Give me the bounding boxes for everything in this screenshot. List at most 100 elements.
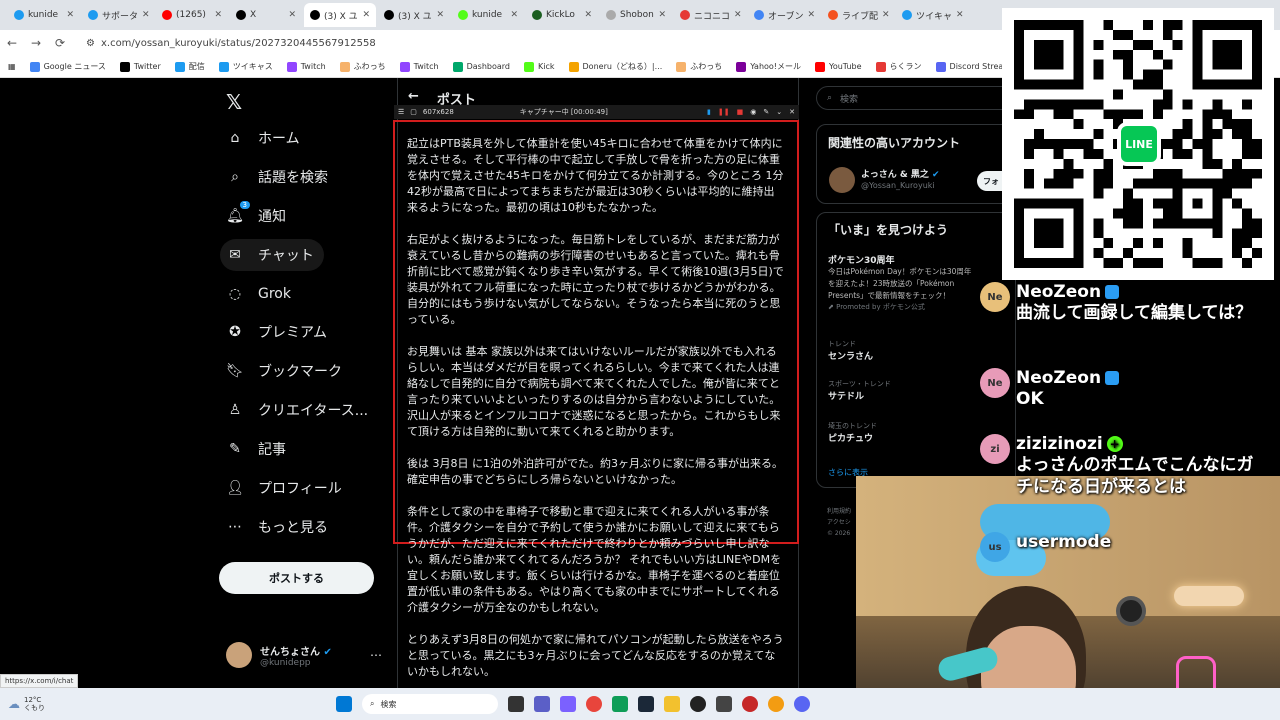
teams-icon[interactable] [534, 696, 550, 712]
tab-close-icon[interactable]: ✕ [66, 10, 74, 20]
x-sidebar: 𝕏 ⌂ ホーム ⌕ 話題を検索 🔔︎ 3 通知 ✉ チャット ◌ Grok ✪ プレミアム 🔖︎ ブックマー… [0, 78, 395, 678]
apps-icon[interactable]: ▦ [8, 62, 16, 71]
browser-tab[interactable]: (1265) ✕ [156, 3, 228, 27]
app-icon[interactable] [716, 696, 732, 712]
browser-tab[interactable]: オーブン ✕ [748, 3, 820, 27]
discord-icon[interactable] [794, 696, 810, 712]
sidebar-item-search[interactable]: ⌕ 話題を検索 [220, 161, 338, 193]
search-input[interactable]: ⌕ 検索 [816, 86, 1016, 110]
trend-item[interactable]: スポーツ・トレンド サテドル [828, 379, 891, 402]
browser-tab[interactable]: (3) X ユ ✕ [304, 3, 376, 27]
select-icon[interactable]: ▢ [410, 108, 417, 116]
browser-tab[interactable]: Shobon ✕ [600, 3, 672, 27]
browser-tab[interactable]: kunide ✕ [8, 3, 80, 27]
sidebar-item-mail[interactable]: ✉ チャット [220, 239, 324, 271]
browser-tab[interactable]: KickLo ✕ [526, 3, 598, 27]
bookmark-item[interactable]: ふわっち [676, 61, 722, 72]
bookmark-item[interactable]: Twitch [286, 61, 326, 72]
back-button[interactable]: ← [0, 36, 24, 50]
edge-icon[interactable] [612, 696, 628, 712]
sidebar-item-more[interactable]: ⋯ もっと見る [220, 511, 338, 543]
browser-tab[interactable]: X ✕ [230, 3, 302, 27]
stop-icon[interactable]: ■ [737, 108, 744, 116]
weather-widget[interactable]: ☁ 12°C くもり [8, 696, 45, 712]
pen-icon[interactable]: ✎ [763, 108, 769, 116]
bookmark-item[interactable]: Dashboard [452, 61, 510, 72]
bookmark-item[interactable]: らくラン [875, 61, 922, 72]
sidebar-item-home[interactable]: ⌂ ホーム [220, 122, 310, 154]
reload-button[interactable]: ⟳ [48, 36, 72, 50]
sidebar-item-bookmark[interactable]: 🔖︎ ブックマーク [220, 355, 352, 387]
obs-icon[interactable] [690, 696, 706, 712]
trend-item[interactable]: 埼玉のトレンド ピカチュウ [828, 421, 877, 444]
x-logo-icon[interactable]: 𝕏 [226, 90, 242, 114]
chrome-icon[interactable] [586, 696, 602, 712]
tab-close-icon[interactable]: ✕ [362, 10, 370, 20]
bookmark-item[interactable]: 配信 [174, 61, 205, 72]
tab-close-icon[interactable]: ✕ [734, 10, 742, 20]
bookmark-item[interactable]: ツイキャス [218, 61, 273, 72]
tab-close-icon[interactable]: ✕ [807, 10, 815, 20]
copilot-icon[interactable] [560, 696, 576, 712]
avatar[interactable] [829, 167, 855, 193]
url-field[interactable]: ⚙ x.com/yossan_kuroyuki/status/202732044… [86, 38, 376, 49]
bookmark-item[interactable]: Yahoo!メール [736, 61, 801, 72]
bookmark-item[interactable]: Twitter [119, 61, 161, 72]
tab-close-icon[interactable]: ✕ [584, 10, 592, 20]
trends-title: 「いま」を見つけよう [828, 223, 949, 237]
record-icon[interactable] [742, 696, 758, 712]
chat-message: Ne NeoZeon OK [980, 368, 1256, 410]
sidebar-item-grok[interactable]: ◌ Grok [220, 278, 301, 310]
bookmark-item[interactable]: Kick [524, 61, 555, 72]
windows-start-icon[interactable] [336, 696, 352, 712]
steam-icon[interactable] [638, 696, 654, 712]
task-view-icon[interactable] [508, 696, 524, 712]
sidebar-item-creator[interactable]: ♙ クリエイタース... [220, 394, 378, 426]
trend-item[interactable]: ポケモン30周年 今日はPokémon Day！ポケモンは30周年を迎えたよ！2… [828, 253, 978, 312]
bookmark-item[interactable]: Twitch [399, 61, 439, 72]
sidebar-item-article[interactable]: ✎ 記事 [220, 433, 296, 465]
browser-tab[interactable]: ツイキャ ✕ [896, 3, 968, 27]
account-menu-icon[interactable]: ⋯ [370, 648, 382, 662]
close-icon[interactable]: ✕ [789, 108, 795, 116]
app-icon[interactable] [768, 696, 784, 712]
account-switcher[interactable]: せんちょさん ✔ @kunidepp [226, 642, 332, 668]
tab-close-icon[interactable]: ✕ [436, 10, 444, 20]
bookmark-label: Twitch [413, 62, 439, 71]
footer-link[interactable]: アクセシ [827, 517, 851, 528]
camera-icon[interactable]: ◉ [750, 108, 756, 116]
folder-icon[interactable] [664, 696, 680, 712]
pause-icon[interactable]: ❚❚ [718, 108, 730, 116]
footer-link[interactable]: 利用規約 [827, 506, 851, 517]
browser-tab[interactable]: (3) X ユ ✕ [378, 3, 450, 27]
taskbar-search[interactable]: ⌕ 検索 [362, 694, 498, 714]
sidebar-item-bell[interactable]: 🔔︎ 3 通知 [220, 200, 296, 232]
tab-close-icon[interactable]: ✕ [288, 10, 296, 20]
forward-button[interactable]: → [24, 36, 48, 50]
post-button[interactable]: ポストする [219, 562, 374, 594]
trend-label: トレンド [828, 340, 856, 348]
tab-close-icon[interactable]: ✕ [956, 10, 964, 20]
menu-icon[interactable]: ☰ [398, 108, 404, 116]
tab-close-icon[interactable]: ✕ [214, 10, 222, 20]
bookmark-item[interactable]: Doneru（どねる）|... [568, 61, 662, 72]
bookmark-item[interactable]: Google ニュース [29, 61, 106, 72]
tab-close-icon[interactable]: ✕ [658, 10, 666, 20]
bookmark-item[interactable]: YouTube [815, 61, 862, 72]
tab-close-icon[interactable]: ✕ [142, 10, 150, 20]
sidebar-item-person[interactable]: 👤︎ プロフィール [220, 472, 352, 504]
bookmark-item[interactable]: ふわっち [339, 61, 386, 72]
sidebar-item-verified[interactable]: ✪ プレミアム [220, 316, 337, 348]
trend-item[interactable]: トレンド センラさん [828, 339, 873, 362]
tab-close-icon[interactable]: ✕ [882, 10, 890, 20]
tab-close-icon[interactable]: ✕ [510, 10, 518, 20]
browser-tab[interactable]: ニコニコ ✕ [674, 3, 746, 27]
collapse-icon[interactable]: ⌄ [776, 108, 782, 116]
site-info-icon[interactable]: ⚙ [86, 38, 95, 49]
related-name[interactable]: よっさん & 黒之 ✔ [861, 167, 940, 180]
post-paragraph: とりあえず3月8日の何処かで家に帰れてパソコンが起動したら放送をやろうと思ってい… [407, 633, 784, 678]
browser-tab[interactable]: kunide ✕ [452, 3, 524, 27]
browser-tab[interactable]: ライブ配 ✕ [822, 3, 894, 27]
avatar [226, 642, 252, 668]
browser-tab[interactable]: サポータ ✕ [82, 3, 154, 27]
